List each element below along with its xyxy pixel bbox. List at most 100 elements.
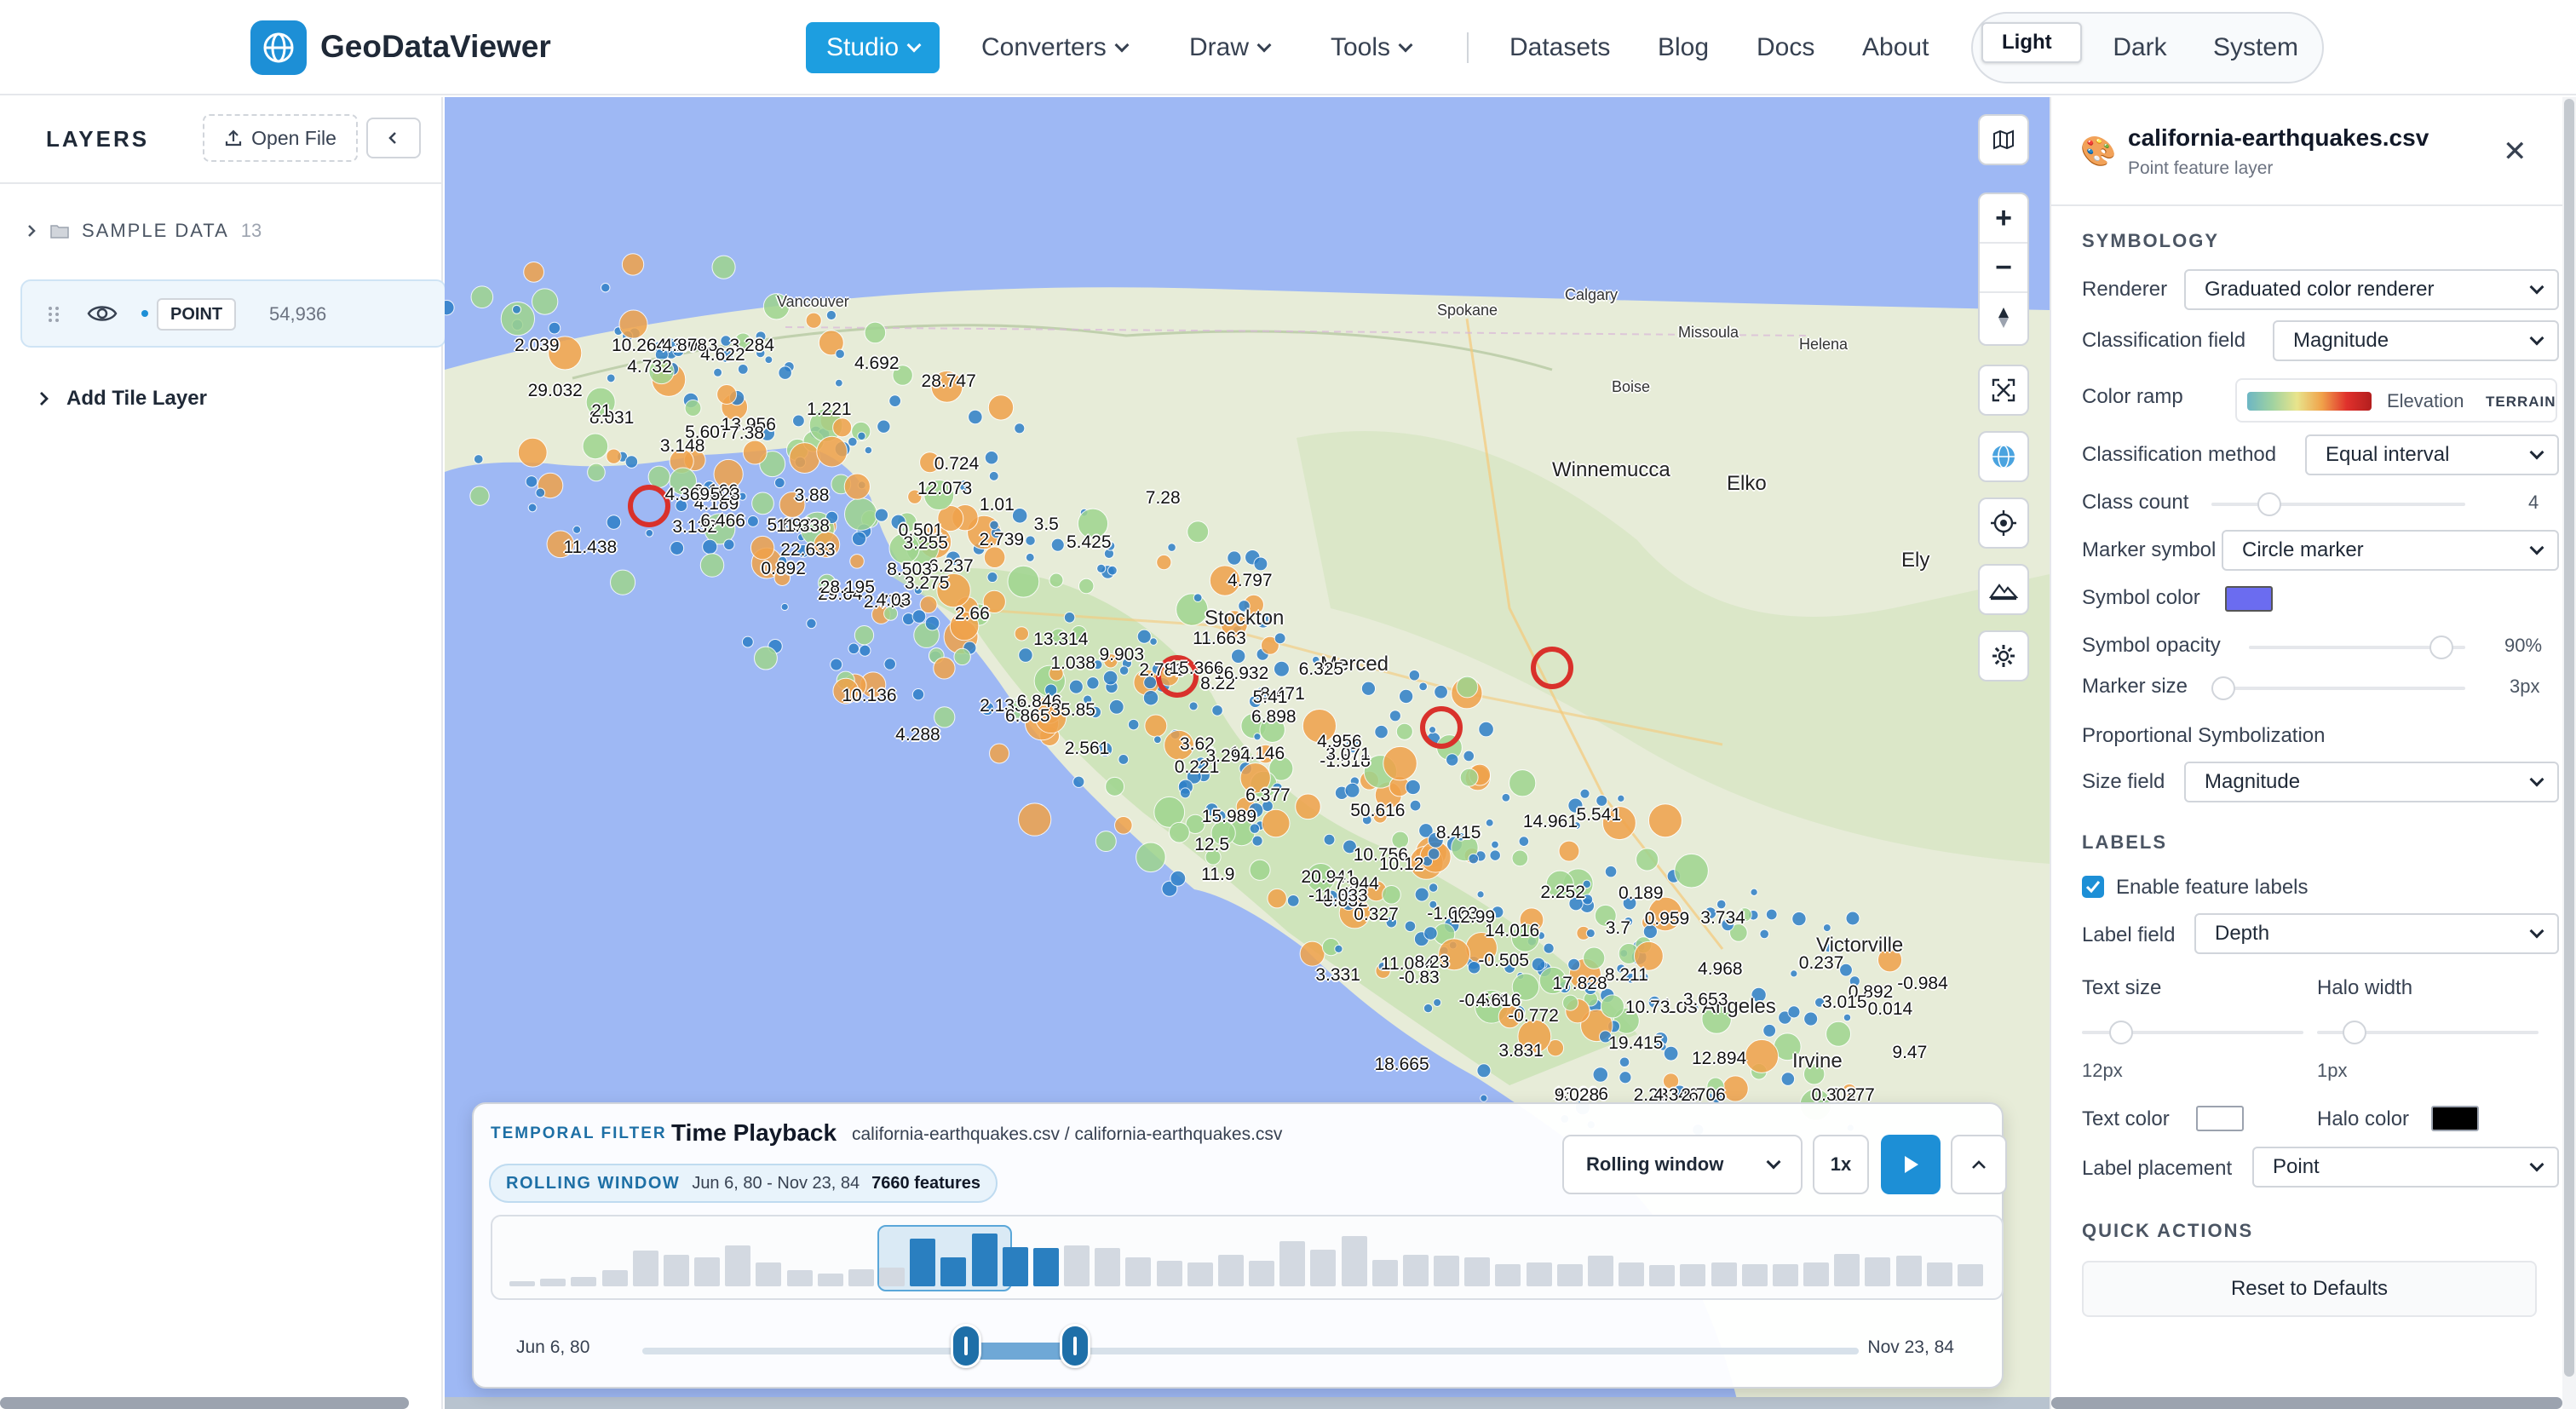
- earthquake-point[interactable]: [445, 299, 455, 316]
- earthquake-point[interactable]: [606, 373, 616, 383]
- earthquake-point[interactable]: [847, 436, 858, 447]
- marker-symbol-select[interactable]: Circle marker: [2222, 530, 2559, 571]
- earthquake-point[interactable]: [1480, 1094, 1488, 1102]
- earthquake-point[interactable]: [1617, 794, 1625, 802]
- earthquake-point[interactable]: [1011, 508, 1028, 524]
- theme-system[interactable]: System: [2198, 22, 2314, 73]
- earthquake-point[interactable]: [1227, 550, 1242, 566]
- earthquake-point[interactable]: [1108, 699, 1124, 715]
- earthquake-point[interactable]: [1604, 865, 1618, 878]
- earthquake-point[interactable]: [1476, 890, 1485, 899]
- earthquake-point[interactable]: [1404, 920, 1417, 933]
- earthquake-point[interactable]: [1803, 1011, 1819, 1027]
- earthquake-point[interactable]: [1433, 998, 1442, 1007]
- earthquake-point[interactable]: [825, 309, 837, 321]
- earthquake-point[interactable]: [470, 285, 494, 309]
- event-histogram[interactable]: [491, 1215, 2004, 1300]
- collapse-panel-button[interactable]: [366, 118, 421, 158]
- enable-labels-label[interactable]: Enable feature labels: [2116, 876, 2309, 900]
- earthquake-point[interactable]: [988, 470, 999, 481]
- earthquake-point[interactable]: [1086, 676, 1100, 690]
- earthquake-point[interactable]: [535, 487, 546, 498]
- earthquake-point[interactable]: [618, 309, 648, 339]
- reset-defaults-button[interactable]: Reset to Defaults: [2082, 1261, 2537, 1317]
- earthquake-point[interactable]: [548, 321, 561, 335]
- earthquake-point[interactable]: [864, 446, 873, 455]
- earthquake-point[interactable]: [1446, 753, 1459, 767]
- theme-dark[interactable]: Dark: [2092, 22, 2188, 73]
- earthquake-point[interactable]: [1418, 681, 1429, 692]
- earthquake-point[interactable]: [1674, 853, 1709, 889]
- horizontal-scrollbar[interactable]: [2051, 1397, 2562, 1409]
- earthquake-point[interactable]: [953, 647, 971, 666]
- earthquake-point[interactable]: [1153, 735, 1162, 745]
- earthquake-point[interactable]: [968, 409, 983, 425]
- earthquake-point-major[interactable]: [628, 485, 670, 527]
- earthquake-point[interactable]: [1463, 750, 1475, 762]
- slider-thumb[interactable]: [2211, 676, 2235, 700]
- earthquake-point[interactable]: [854, 625, 875, 646]
- earthquake-point[interactable]: [1745, 1038, 1780, 1073]
- earthquake-point[interactable]: [750, 535, 775, 561]
- earthquake-point[interactable]: [1136, 842, 1166, 873]
- earthquake-point[interactable]: [1567, 958, 1581, 971]
- vertical-scrollbar[interactable]: [2564, 99, 2574, 1377]
- close-icon[interactable]: ✕: [2503, 135, 2527, 169]
- earthquake-point[interactable]: [984, 450, 999, 465]
- text-size-slider[interactable]: [2082, 1021, 2303, 1044]
- earthquake-point[interactable]: [1118, 754, 1130, 765]
- earthquake-point[interactable]: [1826, 1021, 1852, 1047]
- earthquake-point[interactable]: [874, 508, 889, 522]
- earthquake-point[interactable]: [1072, 775, 1085, 788]
- earthquake-point[interactable]: [517, 437, 548, 468]
- earthquake-point[interactable]: [670, 541, 685, 555]
- earthquake-point[interactable]: [525, 475, 538, 488]
- layer-group-sample-data[interactable]: SAMPLE DATA 13: [26, 220, 262, 242]
- earthquake-point[interactable]: [1273, 660, 1290, 677]
- earthquake-point[interactable]: [754, 646, 778, 670]
- range-start-handle[interactable]: [951, 1324, 981, 1368]
- earthquake-point[interactable]: [751, 492, 774, 515]
- earthquake-point[interactable]: [527, 503, 538, 513]
- earthquake-point[interactable]: [843, 497, 877, 532]
- earthquake-point[interactable]: [1518, 836, 1530, 847]
- size-field-select[interactable]: Magnitude: [2184, 762, 2559, 802]
- earthquake-point[interactable]: [1251, 835, 1263, 847]
- nav-about[interactable]: About: [1862, 22, 1929, 73]
- earthquake-point[interactable]: [523, 261, 544, 283]
- earthquake-point[interactable]: [911, 609, 927, 624]
- basemap-toggle-button[interactable]: [1978, 114, 2029, 165]
- nav-datasets[interactable]: Datasets: [1509, 22, 1610, 73]
- earthquake-point[interactable]: [989, 520, 999, 531]
- earthquake-point[interactable]: [1105, 776, 1125, 797]
- earthquake-point[interactable]: [859, 644, 871, 657]
- earthquake-point[interactable]: [1583, 946, 1606, 969]
- earthquake-point[interactable]: [1790, 969, 1798, 978]
- earthquake-point[interactable]: [1428, 883, 1439, 893]
- earthquake-point[interactable]: [741, 635, 754, 648]
- earthquake-point[interactable]: [1531, 957, 1546, 972]
- earthquake-point[interactable]: [1414, 887, 1429, 902]
- earthquake-point[interactable]: [587, 463, 606, 482]
- nav-converters[interactable]: Converters: [981, 22, 1130, 73]
- earthquake-point[interactable]: [1334, 944, 1343, 954]
- earthquake-point[interactable]: [764, 355, 773, 365]
- earthquake-point[interactable]: [933, 657, 956, 680]
- earthquake-point[interactable]: [582, 433, 609, 460]
- earthquake-point[interactable]: [1253, 556, 1268, 572]
- earthquake-point[interactable]: [1267, 888, 1287, 909]
- locate-button[interactable]: [1978, 497, 2029, 549]
- earthquake-point[interactable]: [1127, 718, 1140, 731]
- earthquake-point[interactable]: [1543, 942, 1555, 954]
- earthquake-point[interactable]: [1722, 1075, 1749, 1102]
- horizontal-scrollbar[interactable]: [445, 1397, 2050, 1409]
- text-color-swatch[interactable]: [2196, 1106, 2244, 1131]
- earthquake-point[interactable]: [1156, 554, 1172, 571]
- earthquake-point[interactable]: [1489, 849, 1501, 861]
- earthquake-point[interactable]: [1170, 870, 1187, 887]
- earthquake-point[interactable]: [1179, 787, 1191, 799]
- earthquake-point[interactable]: [1149, 637, 1158, 646]
- theme-light[interactable]: Light: [1981, 22, 2082, 63]
- earthquake-point[interactable]: [1193, 593, 1203, 603]
- expand-panel-button[interactable]: [1951, 1135, 2007, 1194]
